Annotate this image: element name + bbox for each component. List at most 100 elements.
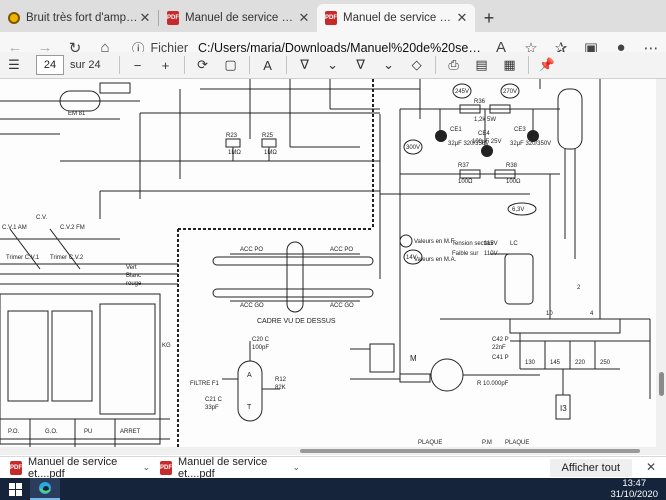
horizontal-scroll-thumb[interactable] [300,449,640,453]
chevron-down-icon[interactable]: ⌄ [292,462,300,473]
r23-label: R23 [226,133,238,139]
filtre-label: FILTRE F1 [190,381,220,387]
pu-label: PU [84,429,92,435]
page-number-input[interactable]: 24 [36,55,64,75]
faible-value: 110V [484,251,498,257]
vertical-scrollbar[interactable] [656,79,666,455]
ce3-label: CE3 [514,127,526,133]
read-aloud-pdf-icon[interactable]: A [254,53,282,77]
c41-label: C41 P [492,355,509,361]
tube-t-label: T [247,404,252,411]
fit-page-icon[interactable]: ▢ [217,53,245,77]
tab-manuel-8[interactable]: PDF Manuel de service et schéma (8) ✕ [159,4,317,32]
acc-po-left: ACC PO [240,247,263,253]
c21-label: C21 C [205,397,223,403]
pdf-viewport[interactable]: EM 81 R23 1MΩ R25 1MΩ R36 1,2k 5W R37 10… [0,79,666,455]
trimmer1-label: Trimer C.V.1 [6,255,40,261]
toolbar-divider [527,56,529,74]
ce1-label: CE1 [450,127,462,133]
print-icon[interactable]: ⎙ [440,53,468,77]
edge-taskbar-button[interactable] [30,478,60,500]
system-clock[interactable]: 13:47 31/10/2020 [610,478,658,500]
acc-go-left: ACC GO [240,303,264,309]
arret-label: ARRET [120,429,141,435]
new-tab-button[interactable]: + [475,4,503,32]
download-item[interactable]: PDF Manuel de service et....pdf ⌄ [150,456,300,480]
downloads-bar: PDF Manuel de service et....pdf ⌄ PDF Ma… [0,456,666,480]
save-icon[interactable]: ▤ [468,53,496,77]
trimmer2-label: Trimer C.V.2 [50,255,84,261]
v270-label: 270V [503,89,517,95]
toolbar-divider [183,56,185,74]
rotate-icon[interactable]: ⟳ [189,53,217,77]
vert-label: Vert [126,265,137,271]
close-icon[interactable]: ✕ [646,460,656,474]
pin-toolbar-icon[interactable]: 📌 [533,53,561,77]
po-label: P.O. [8,429,20,435]
pin-2-label: 2 [577,285,581,291]
save-as-icon[interactable]: ▦ [496,53,524,77]
i3-label: I3 [560,404,567,413]
acc-po-right: ACC PO [330,247,353,253]
taskbar: 13:47 31/10/2020 [0,478,666,500]
draw-icon[interactable]: ∇ [347,53,375,77]
tab-title: Bruit très fort d'amplification après [26,12,138,24]
v63-label: 6,3V [512,207,524,213]
r37-label: R37 [458,163,470,169]
close-tab-icon[interactable]: ✕ [455,10,469,26]
cv2-label: C.V.2 FM [60,225,85,231]
windows-icon [8,482,22,496]
pin-4-label: 4 [590,311,594,317]
ce4-value: 100μF 25V [472,139,501,145]
tab-manuel-6[interactable]: PDF Manuel de service et schéma (6) ✕ [317,4,475,32]
close-tab-icon[interactable]: ✕ [297,10,311,26]
highlight-icon[interactable]: ∇ [291,53,319,77]
acc-go-right: ACC GO [330,303,354,309]
zoom-out-icon[interactable]: − [124,53,152,77]
download-filename: Manuel de service et....pdf [28,455,118,480]
start-button[interactable] [0,478,30,500]
pdf-toolbar: ☰ 24 sur 24 − + ⟳ ▢ A ∇ ⌄ ∇ ⌄ ◇ ⎙ ▤ ▦ 📌 [0,52,666,79]
clock-date: 31/10/2020 [610,489,658,500]
motor-label: M [410,354,417,363]
blanc-label: Blanc [126,273,141,279]
close-tab-icon[interactable]: ✕ [138,10,152,26]
zoom-in-icon[interactable]: + [152,53,180,77]
contents-icon[interactable]: ☰ [0,53,28,77]
show-all-button[interactable]: Afficher tout [549,459,632,477]
r12-value: 82K [275,385,286,391]
v300-label: 300V [406,145,420,151]
em81-label: EM 81 [68,111,86,117]
tap-130: 130 [525,360,536,366]
ce4-label: CE4 [478,131,490,137]
go-label: G.O. [45,429,58,435]
chevron-down-icon[interactable]: ⌄ [142,462,150,473]
cv-label: C.V. [36,215,47,221]
c20-value: 100pF [252,345,269,351]
ce3-value: 32μF 320/350V [510,141,551,147]
toolbar-divider [434,56,436,74]
pm-label: P.M [482,440,492,446]
rouge-label: rouge [126,281,142,287]
highlight-menu-icon[interactable]: ⌄ [319,53,347,77]
tab-forum[interactable]: Bruit très fort d'amplification après ✕ [0,4,158,32]
tab-strip: Bruit très fort d'amplification après ✕ … [0,0,666,32]
r25-label: R25 [262,133,274,139]
lc-label: LC [510,241,518,247]
toolbar-divider [248,56,250,74]
vertical-scroll-thumb[interactable] [659,372,664,396]
pdf-icon: PDF [10,460,22,475]
download-filename: Manuel de service et....pdf [178,455,268,480]
c42-value: 22nF [492,345,506,351]
kg-label: KG [162,343,171,349]
legend-mf: Valeurs en M.F. [414,239,456,245]
download-item[interactable]: PDF Manuel de service et....pdf ⌄ [0,456,150,480]
toolbar-divider [285,56,287,74]
r23-value: 1MΩ [228,150,241,156]
draw-menu-icon[interactable]: ⌄ [375,53,403,77]
r38-label: R38 [506,163,518,169]
tap-250: 250 [600,360,611,366]
edge-page-icon [8,12,20,24]
tube-a-label: A [247,372,252,379]
eraser-icon[interactable]: ◇ [403,53,431,77]
